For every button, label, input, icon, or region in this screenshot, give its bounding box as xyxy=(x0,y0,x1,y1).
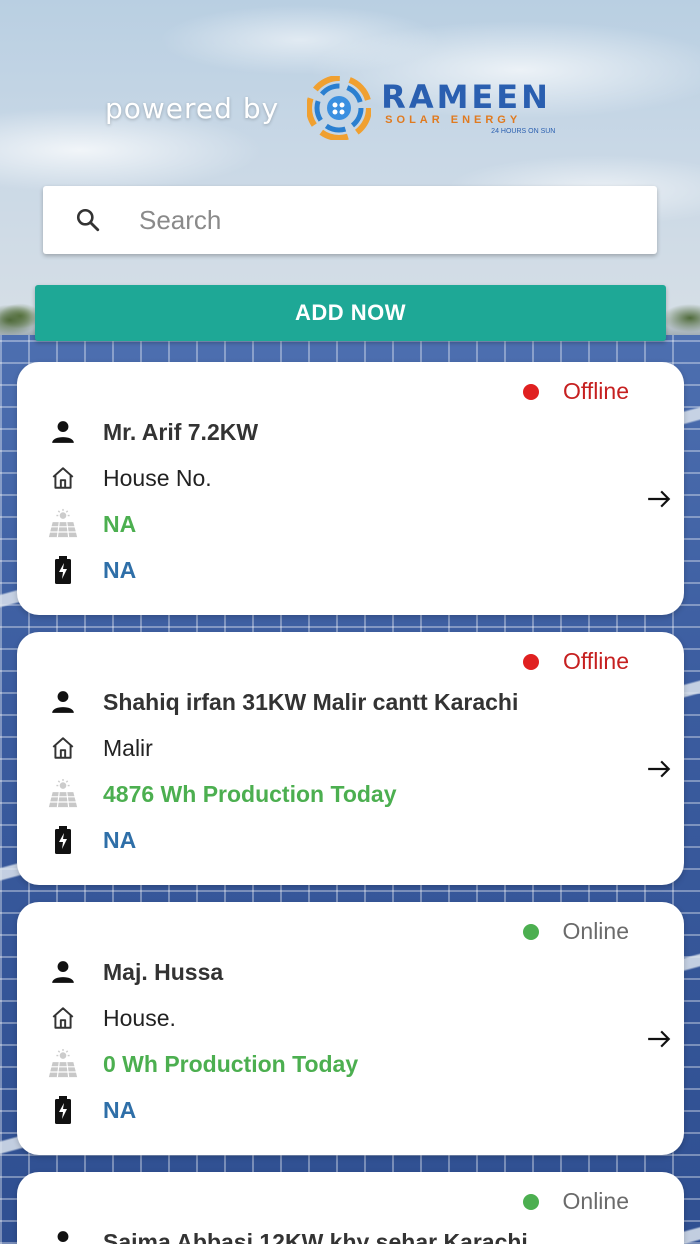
site-card[interactable]: Offline Mr. Arif 7.2KW House No. NA NA xyxy=(17,362,684,615)
status-dot xyxy=(522,653,539,670)
status-label: Online xyxy=(562,1188,629,1214)
status-label: Offline xyxy=(562,648,629,674)
search-icon xyxy=(76,208,100,232)
status-indicator: Offline xyxy=(522,378,629,405)
add-now-button[interactable]: ADD NOW xyxy=(35,285,666,341)
arrow-right-icon[interactable] xyxy=(646,756,672,782)
rameen-logo-icon xyxy=(307,76,372,140)
site-name: Shahiq irfan 31KW Malir cantt Karachi xyxy=(103,688,519,715)
search-bar[interactable] xyxy=(43,186,657,254)
logo-subtitle: SOLAR ENERGY xyxy=(385,114,522,126)
status-label: Offline xyxy=(562,378,629,404)
logo-tagline: 24 HOURS ON SUN xyxy=(491,128,556,135)
status-dot xyxy=(522,383,539,400)
site-battery-row: NA xyxy=(47,822,136,858)
site-card[interactable]: Offline Shahiq irfan 31KW Malir cantt Ka… xyxy=(17,632,684,885)
logo-name: RAMEEN xyxy=(381,78,551,116)
status-label: Online xyxy=(562,918,629,944)
site-card[interactable]: Online Saima Abbasi 12KW khy sehar Karac… xyxy=(17,1172,684,1244)
site-battery-row: NA xyxy=(47,552,136,588)
powered-by-label: powered by xyxy=(105,91,280,125)
home-icon xyxy=(47,732,79,764)
status-indicator: Online xyxy=(522,918,629,945)
battery-charging-icon xyxy=(47,824,79,856)
site-address-row: House. xyxy=(47,1000,176,1036)
site-production-row: 4876 Wh Production Today xyxy=(47,776,397,812)
person-icon xyxy=(47,686,79,718)
site-name: Maj. Hussa xyxy=(103,958,224,985)
search-input[interactable] xyxy=(137,203,601,237)
site-battery-row: NA xyxy=(47,1092,136,1128)
brand-header: powered by RAMEEN SOLAR ENERGY 24 HOURS … xyxy=(105,70,555,146)
site-production: 0 Wh Production Today xyxy=(103,1050,359,1077)
logo-text: RAMEEN SOLAR ENERGY 24 HOURS ON SUN xyxy=(381,81,555,135)
site-production: 4876 Wh Production Today xyxy=(103,780,397,807)
status-indicator: Offline xyxy=(522,648,629,675)
home-icon xyxy=(47,1002,79,1034)
site-battery: NA xyxy=(103,826,137,853)
site-address-row: Malir xyxy=(47,730,153,766)
site-card[interactable]: Online Maj. Hussa House. 0 Wh Production… xyxy=(17,902,684,1155)
status-dot xyxy=(522,1193,539,1210)
person-icon xyxy=(47,956,79,988)
arrow-right-icon[interactable] xyxy=(646,486,672,512)
site-battery: NA xyxy=(103,556,137,583)
person-icon xyxy=(47,1226,79,1244)
arrow-right-icon[interactable] xyxy=(646,1026,672,1052)
site-name-row: Maj. Hussa xyxy=(47,954,223,990)
site-address: Malir xyxy=(103,734,153,761)
solar-panel-icon xyxy=(47,1048,79,1080)
site-production: NA xyxy=(103,510,137,537)
site-production-row: 0 Wh Production Today xyxy=(47,1046,358,1082)
site-address: House. xyxy=(103,1004,176,1031)
site-name-row: Saima Abbasi 12KW khy sehar Karachi xyxy=(47,1224,528,1244)
site-name: Mr. Arif 7.2KW xyxy=(103,418,259,445)
site-battery: NA xyxy=(103,1096,137,1123)
site-name-row: Shahiq irfan 31KW Malir cantt Karachi xyxy=(47,684,518,720)
person-icon xyxy=(47,416,79,448)
solar-panel-icon xyxy=(47,778,79,810)
status-dot xyxy=(522,923,539,940)
home-icon xyxy=(47,462,79,494)
site-address: House No. xyxy=(103,464,212,491)
status-indicator: Online xyxy=(522,1188,629,1215)
site-production-row: NA xyxy=(47,506,136,542)
site-name: Saima Abbasi 12KW khy sehar Karachi xyxy=(103,1228,528,1244)
battery-charging-icon xyxy=(47,554,79,586)
battery-charging-icon xyxy=(47,1094,79,1126)
solar-panel-icon xyxy=(47,508,79,540)
site-name-row: Mr. Arif 7.2KW xyxy=(47,414,258,450)
site-address-row: House No. xyxy=(47,460,212,496)
